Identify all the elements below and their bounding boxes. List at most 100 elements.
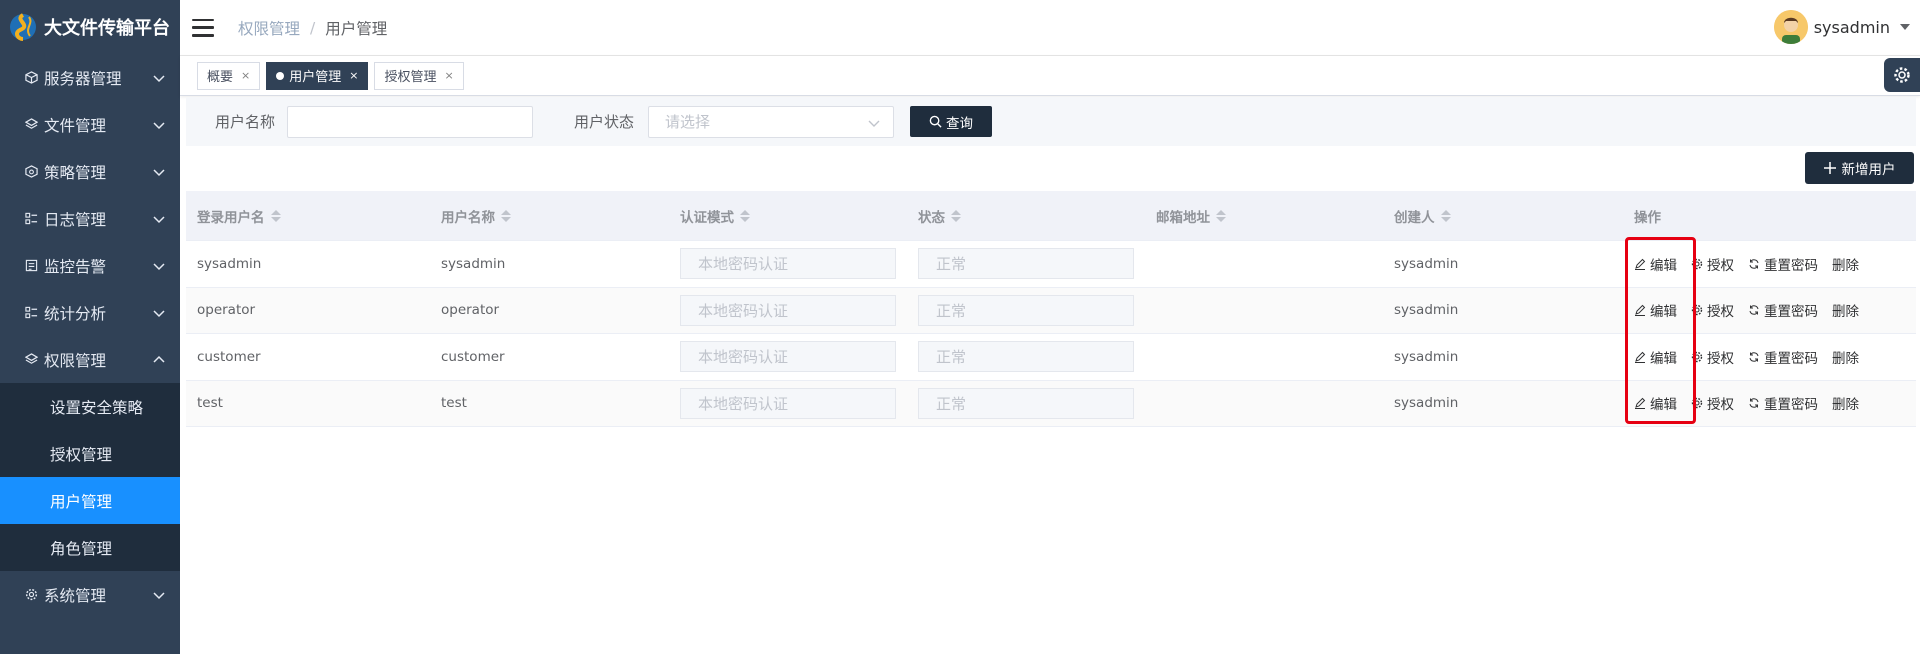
sidebar-subitem-authorization[interactable]: 授权管理 <box>0 430 180 477</box>
sidebar-item-server[interactable]: 服务器管理 <box>0 54 180 101</box>
reset-password-button[interactable]: 重置密码 <box>1748 254 1818 274</box>
breadcrumb-current: 用户管理 <box>325 19 388 38</box>
cell-login: sysadmin <box>197 255 262 272</box>
edit-button[interactable]: 编辑 <box>1634 393 1677 413</box>
edit-icon <box>1635 398 1646 410</box>
close-icon[interactable]: × <box>444 69 453 82</box>
column-header-label: 认证模式 <box>680 209 734 226</box>
delete-label: 删除 <box>1832 397 1859 414</box>
username-input[interactable] <box>287 105 534 138</box>
cell-name: customer <box>441 348 505 365</box>
delete-button[interactable]: 删除 <box>1832 254 1859 274</box>
search-icon <box>929 115 942 128</box>
grant-label: 授权 <box>1707 304 1734 321</box>
auth-mode-field: 本地密码认证 <box>680 248 896 280</box>
sidebar-item-label: 权限管理 <box>44 351 107 370</box>
column-header-auth[interactable]: 认证模式 <box>669 206 907 226</box>
table-row: sysadmin sysadmin 本地密码认证 正常 sysadmin 编辑 … <box>186 241 1916 288</box>
sidebar-item-files[interactable]: 文件管理 <box>0 101 180 148</box>
sidebar-subitem-role-management[interactable]: 角色管理 <box>0 524 180 571</box>
grant-button[interactable]: 授权 <box>1691 393 1734 413</box>
active-dot-icon <box>276 71 285 80</box>
sidebar-item-label: 服务器管理 <box>44 69 122 88</box>
cell-creator: sysadmin <box>1394 255 1459 272</box>
reset-password-label: 重置密码 <box>1764 350 1818 367</box>
chevron-down-icon <box>153 263 165 271</box>
sort-icon[interactable] <box>951 209 961 222</box>
delete-button[interactable]: 删除 <box>1832 393 1859 413</box>
reset-password-button[interactable]: 重置密码 <box>1748 393 1818 413</box>
reset-password-button[interactable]: 重置密码 <box>1748 347 1818 367</box>
sort-icon[interactable] <box>1440 209 1451 222</box>
sidebar-item-label: 监控告警 <box>44 257 107 276</box>
close-icon[interactable]: × <box>241 69 250 82</box>
cell-auth: 本地密码认证 <box>669 294 907 326</box>
sort-icon[interactable] <box>740 209 750 222</box>
chevron-down-icon <box>153 592 165 600</box>
avatar <box>1773 10 1808 44</box>
sidebar-item-permissions[interactable]: 权限管理 <box>0 336 180 383</box>
sidebar-subitem-security-policy[interactable]: 设置安全策略 <box>0 383 180 430</box>
tab-overview[interactable]: 概要 × <box>197 61 261 90</box>
grant-button[interactable]: 授权 <box>1691 300 1734 320</box>
grant-label: 授权 <box>1707 350 1734 367</box>
settings-button[interactable] <box>1884 58 1920 92</box>
reset-password-button[interactable]: 重置密码 <box>1748 300 1818 320</box>
cell-auth: 本地密码认证 <box>669 341 907 373</box>
tab-user-management[interactable]: 用户管理 × <box>266 61 369 90</box>
status-select[interactable]: 请选择 <box>648 105 895 138</box>
column-header-creator[interactable]: 创建人 <box>1383 206 1623 226</box>
refresh-icon <box>1749 352 1759 362</box>
sidebar-subitem-user-management[interactable]: 用户管理 <box>0 477 180 524</box>
add-user-button[interactable]: 新增用户 <box>1805 152 1914 184</box>
column-header-email[interactable]: 邮箱地址 <box>1145 206 1383 226</box>
close-icon[interactable]: × <box>349 69 358 82</box>
reset-password-label: 重置密码 <box>1764 304 1818 321</box>
cell-status: 正常 <box>907 294 1145 326</box>
sidebar-item-policy[interactable]: 策略管理 <box>0 148 180 195</box>
auth-mode-field: 本地密码认证 <box>680 294 896 326</box>
table-row: operator operator 本地密码认证 正常 sysadmin 编辑 … <box>186 287 1916 334</box>
column-header-label: 状态 <box>918 209 945 226</box>
breadcrumb-item[interactable]: 权限管理 <box>238 17 300 39</box>
chevron-down-icon <box>153 122 165 130</box>
column-header-login[interactable]: 登录用户名 <box>186 206 430 226</box>
sidebar-item-stats[interactable]: 统计分析 <box>0 289 180 336</box>
cell-actions: 编辑 授权 重置密码 删除 <box>1623 347 1916 367</box>
column-header-name[interactable]: 用户名称 <box>430 206 669 226</box>
tab-authorization[interactable]: 授权管理 × <box>374 61 464 90</box>
auth-mode-field: 本地密码认证 <box>680 387 896 419</box>
user-name: sysadmin <box>1813 17 1890 37</box>
table-header: 登录用户名 用户名称 认证模式 状态 邮箱地址 创建人 操作 <box>186 191 1916 241</box>
sidebar-item-logs[interactable]: 日志管理 <box>0 195 180 242</box>
sidebar-item-system[interactable]: 系统管理 <box>0 571 180 618</box>
status-field: 正常 <box>918 387 1134 419</box>
tags-view: 概要 × 用户管理 × 授权管理 × <box>180 56 1920 96</box>
layers-icon <box>24 118 38 132</box>
edit-icon <box>1635 258 1646 270</box>
sort-icon[interactable] <box>1216 209 1226 222</box>
grant-label: 授权 <box>1707 257 1734 274</box>
column-header-label: 操作 <box>1634 209 1661 226</box>
app-logo[interactable]: 大文件传输平台 <box>0 0 180 54</box>
delete-button[interactable]: 删除 <box>1832 300 1859 320</box>
sort-icon[interactable] <box>270 209 281 222</box>
query-button[interactable]: 查询 <box>910 106 993 137</box>
edit-button[interactable]: 编辑 <box>1634 300 1677 320</box>
user-menu[interactable]: sysadmin <box>1773 10 1910 44</box>
sidebar-item-monitor[interactable]: 监控告警 <box>0 242 180 289</box>
refresh-icon <box>1749 305 1759 315</box>
edit-button[interactable]: 编辑 <box>1634 254 1677 274</box>
grant-button[interactable]: 授权 <box>1691 254 1734 274</box>
edit-label: 编辑 <box>1650 257 1677 274</box>
delete-button[interactable]: 删除 <box>1832 347 1859 367</box>
grant-button[interactable]: 授权 <box>1691 347 1734 367</box>
plus-icon <box>1823 162 1836 174</box>
cell-creator: sysadmin <box>1394 395 1459 412</box>
gear-icon <box>24 588 38 602</box>
column-header-status[interactable]: 状态 <box>907 206 1145 226</box>
hamburger-menu-icon[interactable] <box>192 18 214 37</box>
cell-name: sysadmin <box>441 255 506 272</box>
edit-button[interactable]: 编辑 <box>1634 347 1677 367</box>
sort-icon[interactable] <box>501 209 511 222</box>
